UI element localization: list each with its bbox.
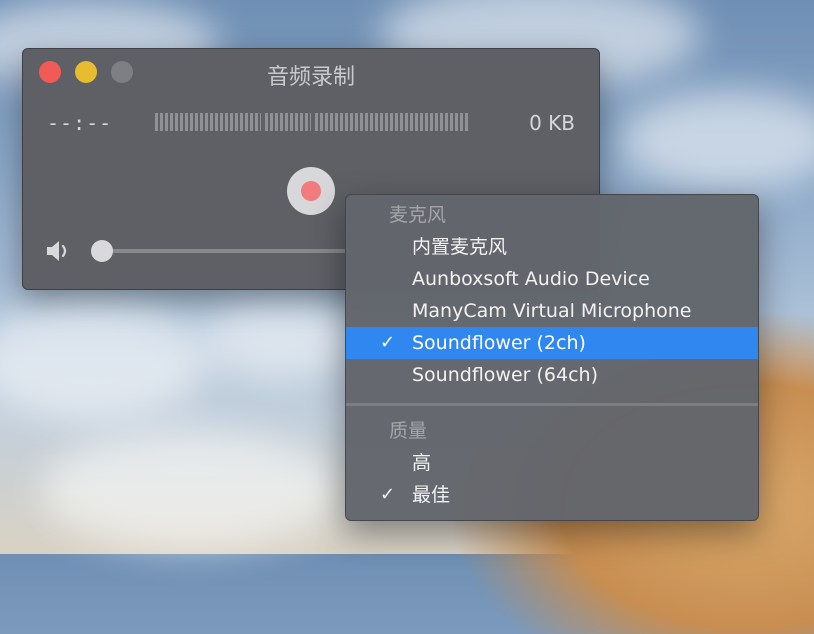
record-icon (301, 181, 321, 201)
menu-separator (346, 403, 758, 406)
menu-item-soundflower-2ch[interactable]: ✓ Soundflower (2ch) (346, 327, 758, 359)
level-meter (155, 113, 469, 131)
checkmark-icon: ✓ (380, 484, 396, 505)
file-size: 0 KB (529, 111, 575, 135)
speaker-icon (47, 241, 67, 261)
checkmark-icon: ✓ (380, 332, 396, 353)
volume-slider[interactable] (101, 249, 351, 253)
window-title: 音频录制 (266, 65, 355, 90)
menu-item-label: 高 (412, 452, 432, 474)
menu-item-label: Soundflower (64ch) (412, 364, 598, 386)
menu-item-label: ManyCam Virtual Microphone (412, 300, 692, 322)
menu-item-label: Aunboxsoft Audio Device (412, 268, 650, 290)
elapsed-time: --:-- (47, 111, 113, 135)
menu-item-soundflower-64ch[interactable]: Soundflower (64ch) (346, 359, 758, 391)
menu-item-aunboxsoft[interactable]: Aunboxsoft Audio Device (346, 263, 758, 295)
menu-item-manycam[interactable]: ManyCam Virtual Microphone (346, 295, 758, 327)
menu-item-label: 内置麦克风 (412, 236, 508, 258)
quality-header: 质量 (389, 420, 428, 442)
volume-knob[interactable] (91, 240, 113, 262)
record-button[interactable] (287, 167, 335, 215)
menu-item-label: Soundflower (2ch) (412, 332, 586, 354)
microphone-header: 麦克风 (389, 204, 447, 226)
menu-item-quality-best[interactable]: ✓ 最佳 (346, 479, 758, 511)
menu-item-builtin-mic[interactable]: 内置麦克风 (346, 231, 758, 263)
menu-item-label: 最佳 (412, 484, 451, 506)
options-menu: 麦克风 内置麦克风 Aunboxsoft Audio Device ManyCa… (345, 194, 759, 521)
menu-item-quality-high[interactable]: 高 (346, 447, 758, 479)
